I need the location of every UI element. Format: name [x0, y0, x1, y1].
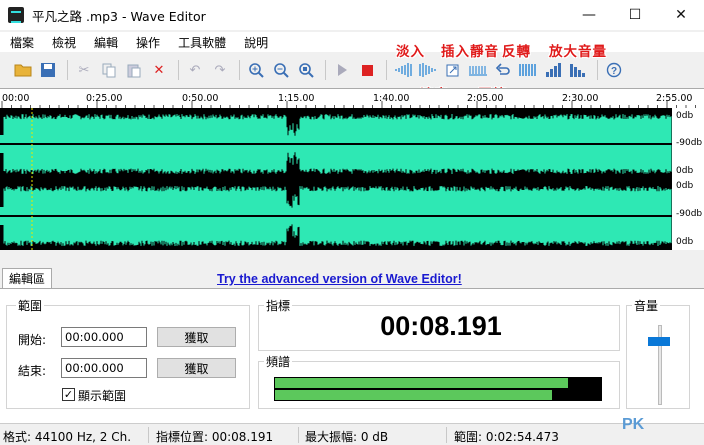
reverse-icon[interactable]	[492, 59, 514, 81]
db-label: 0db	[676, 111, 694, 121]
window-title: 平凡之路 .mp3 - Wave Editor	[32, 8, 206, 24]
waveform-view[interactable]	[0, 108, 672, 250]
svg-text:?: ?	[611, 66, 617, 77]
insert-silence-icon[interactable]	[442, 59, 464, 81]
ruler-tick-label: 0:25.00	[86, 93, 123, 104]
start-time-input[interactable]: 00:00.000	[61, 327, 147, 347]
volume-up-icon[interactable]	[542, 59, 564, 81]
range-title: 範圍	[16, 297, 45, 314]
spectrum-right-bar	[275, 390, 553, 400]
menu-tools[interactable]: 工具軟體	[178, 34, 226, 51]
play-icon[interactable]	[331, 59, 353, 81]
spectrum-meter	[274, 377, 602, 401]
zoom-fit-icon[interactable]	[295, 59, 317, 81]
toolbar-separator	[325, 60, 326, 80]
waveform-channels	[0, 108, 672, 250]
volume-slider-thumb[interactable]	[648, 337, 670, 346]
zoom-in-icon[interactable]	[245, 59, 267, 81]
ruler-tick-label: 1:15.00	[278, 93, 315, 104]
upgrade-link[interactable]: Try the advanced version of Wave Editor!	[217, 272, 462, 286]
status-separator	[446, 427, 447, 443]
pointer-time-display: 00:08.191	[380, 311, 502, 341]
callout-reverse: 反轉	[502, 44, 531, 60]
scroll-area[interactable]	[0, 250, 704, 264]
title-bar: 平凡之路 .mp3 - Wave Editor — ☐ ✕	[0, 0, 704, 30]
ruler-tick-label: 2:30.00	[562, 93, 599, 104]
spectrum-left-bar	[275, 378, 569, 388]
status-separator	[148, 427, 149, 443]
show-range-checkbox[interactable]: ✓	[62, 388, 75, 401]
menu-operation[interactable]: 操作	[136, 34, 160, 51]
menu-edit[interactable]: 編輯	[94, 34, 118, 51]
callout-fade-in: 淡入	[396, 44, 425, 60]
callout-amplify: 放大音量	[549, 44, 607, 60]
save-icon[interactable]	[37, 59, 59, 81]
stop-icon[interactable]	[356, 59, 378, 81]
show-range-label: 顯示範圍	[78, 389, 127, 403]
tab-bar: 編輯區 Try the advanced version of Wave Edi…	[0, 264, 704, 290]
db-label: 0db	[676, 166, 694, 176]
status-range: 範圍: 0:02:54.473	[454, 430, 559, 444]
status-bar: 格式: 44100 Hz, 2 Ch. 指標位置: 00:08.191 最大振幅…	[0, 423, 704, 445]
status-pointer: 指標位置: 00:08.191	[156, 430, 274, 444]
tab-edit-area[interactable]: 編輯區	[2, 268, 52, 288]
start-label: 開始:	[18, 333, 47, 347]
menu-help[interactable]: 說明	[244, 34, 268, 51]
open-folder-icon[interactable]	[12, 59, 34, 81]
fade-in-icon[interactable]	[392, 59, 414, 81]
toolbar-separator	[386, 60, 387, 80]
volume-bars-icon[interactable]	[567, 59, 589, 81]
db-scale: 0db -90db 0db 0db -90db 0db	[672, 108, 704, 250]
end-time-input[interactable]: 00:00.000	[61, 358, 147, 378]
status-max-amplitude: 最大振幅: 0 dB	[305, 430, 389, 444]
close-button[interactable]: ✕	[658, 0, 704, 30]
delete-icon[interactable]: ✕	[148, 59, 170, 81]
timeline-ruler[interactable]: 00:00 0:25.00 0:50.00 1:15.00 1:40.00 2:…	[0, 88, 704, 109]
watermark-logo: PK	[622, 416, 645, 433]
ruler-tick-label: 00:00	[2, 93, 30, 104]
status-format: 格式: 44100 Hz, 2 Ch.	[3, 430, 132, 444]
ruler-tick-label: 2:05.00	[467, 93, 504, 104]
toolbar-separator	[597, 60, 598, 80]
minimize-button[interactable]: —	[566, 0, 612, 30]
menu-file[interactable]: 檔案	[10, 34, 34, 51]
end-label: 結束:	[18, 364, 47, 378]
callout-insert-silence: 插入靜音	[441, 44, 499, 60]
fade-out-icon[interactable]	[417, 59, 439, 81]
range-group	[6, 305, 250, 409]
db-label: -90db	[676, 209, 703, 219]
toolbar-separator	[178, 60, 179, 80]
undo-icon[interactable]: ↶	[184, 59, 206, 81]
get-start-button[interactable]: 獲取	[157, 327, 236, 347]
redo-icon[interactable]: ↷	[209, 59, 231, 81]
compress-icon[interactable]	[467, 59, 489, 81]
db-label: -90db	[676, 138, 703, 148]
get-end-button[interactable]: 獲取	[157, 358, 236, 378]
status-separator	[298, 427, 299, 443]
ruler-tick-label: 2:55.00	[656, 93, 693, 104]
toolbar-separator	[239, 60, 240, 80]
menu-view[interactable]: 檢視	[52, 34, 76, 51]
ruler-tick-label: 1:40.00	[373, 93, 410, 104]
ruler-tick-label: 0:50.00	[182, 93, 219, 104]
maximize-button[interactable]: ☐	[612, 0, 658, 30]
copy-icon[interactable]	[98, 59, 120, 81]
db-label: 0db	[676, 181, 694, 191]
help-icon[interactable]: ?	[603, 59, 625, 81]
app-icon	[8, 7, 24, 23]
edit-panel: 範圍 開始: 00:00.000 獲取 結束: 00:00.000 獲取 ✓ 顯…	[0, 288, 704, 423]
db-label: 0db	[676, 237, 694, 247]
zoom-out-icon[interactable]	[270, 59, 292, 81]
spectrum-title: 頻譜	[264, 353, 293, 370]
volume-title: 音量	[632, 297, 661, 314]
toolbar-separator	[67, 60, 68, 80]
cut-icon[interactable]: ✂	[73, 59, 95, 81]
paste-icon[interactable]	[123, 59, 145, 81]
amplify-icon[interactable]	[517, 59, 539, 81]
